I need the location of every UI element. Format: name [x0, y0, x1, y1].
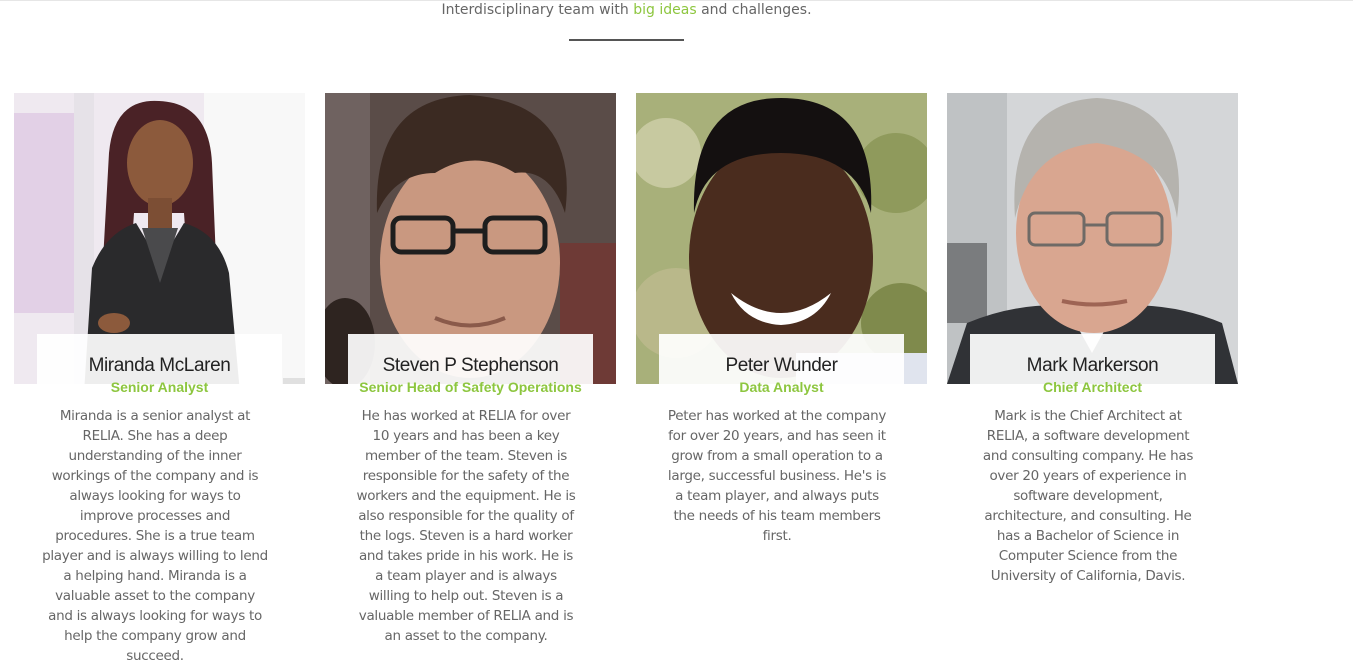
member-role: Chief Architect — [1042, 379, 1143, 395]
member-name: Steven P Stephenson — [382, 355, 559, 376]
member-bio: He has worked at RELIA for over 10 years… — [356, 408, 576, 644]
member-bio: Miranda is a senior analyst at RELIA. Sh… — [42, 408, 268, 664]
intro-highlight: big ideas — [633, 2, 697, 18]
intro-text-end: and challenges. — [696, 2, 812, 18]
member-role: Senior Head of Safety Operations — [359, 379, 582, 395]
member-name: Miranda McLaren — [88, 355, 231, 376]
intro-text: Interdisciplinary team with — [441, 2, 634, 18]
member-bio: Mark is the Chief Architect at RELIA, a … — [982, 408, 1194, 584]
member-role: Senior Analyst — [110, 379, 209, 395]
member-name: Peter Wunder — [725, 355, 838, 376]
member-role: Data Analyst — [739, 379, 824, 395]
section-divider — [569, 39, 684, 41]
member-bio: Peter has worked at the company for over… — [667, 408, 887, 544]
section-intro: Interdisciplinary team with big ideas an… — [0, 1, 1253, 19]
member-name: Mark Markerson — [1026, 355, 1159, 376]
